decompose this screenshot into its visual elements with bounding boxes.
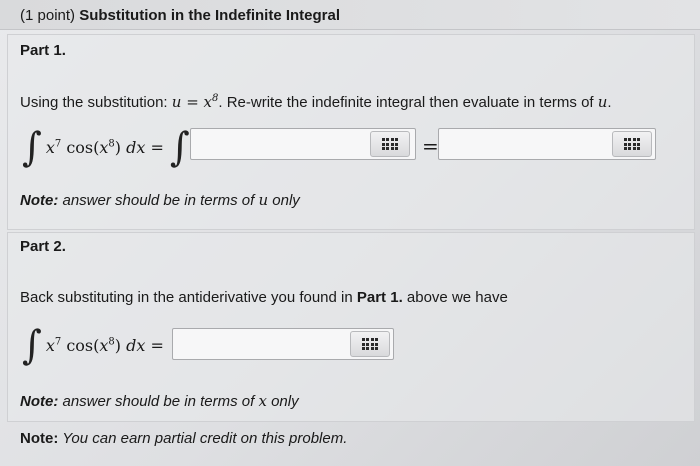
problem-title: Substitution in the Indefinite Integral [79, 7, 341, 24]
part2-note: Note: answer should be in terms of x onl… [20, 392, 299, 410]
equation-palette-icon [624, 138, 640, 150]
part1-note: Note: answer should be in terms of u onl… [20, 191, 300, 209]
part1-instruction: Using the substitution: u = x8. Re-write… [20, 93, 612, 111]
equation-palette-icon [382, 138, 398, 150]
points-label: (1 point) [20, 7, 76, 24]
equation-palette-button[interactable] [350, 331, 390, 357]
part1-integral-expression: ∫ x7 cos(x8) dx = ∫ [22, 123, 190, 171]
integral-sign-icon: ∫ [22, 123, 42, 171]
equals-sign: = [422, 134, 439, 158]
equation-palette-icon [362, 338, 378, 350]
integral-sign-icon: ∫ [169, 123, 190, 171]
part2-title: Part 2. [20, 238, 66, 255]
substitution-expr: u = x [171, 93, 212, 111]
integral-sign-icon: ∫ [22, 321, 42, 369]
part2-instruction: Back substituting in the antiderivative … [20, 289, 508, 306]
part2-integral-expression: ∫ x7 cos(x8) dx = [22, 321, 164, 369]
partial-credit-note: Note: You can earn partial credit on thi… [20, 430, 348, 447]
equation-palette-button[interactable] [612, 131, 652, 157]
part1-title: Part 1. [20, 42, 66, 59]
problem-header: (1 point) Substitution in the Indefinite… [20, 7, 340, 24]
equation-palette-button[interactable] [370, 131, 410, 157]
problem-sheet: (1 point) Substitution in the Indefinite… [0, 0, 700, 466]
